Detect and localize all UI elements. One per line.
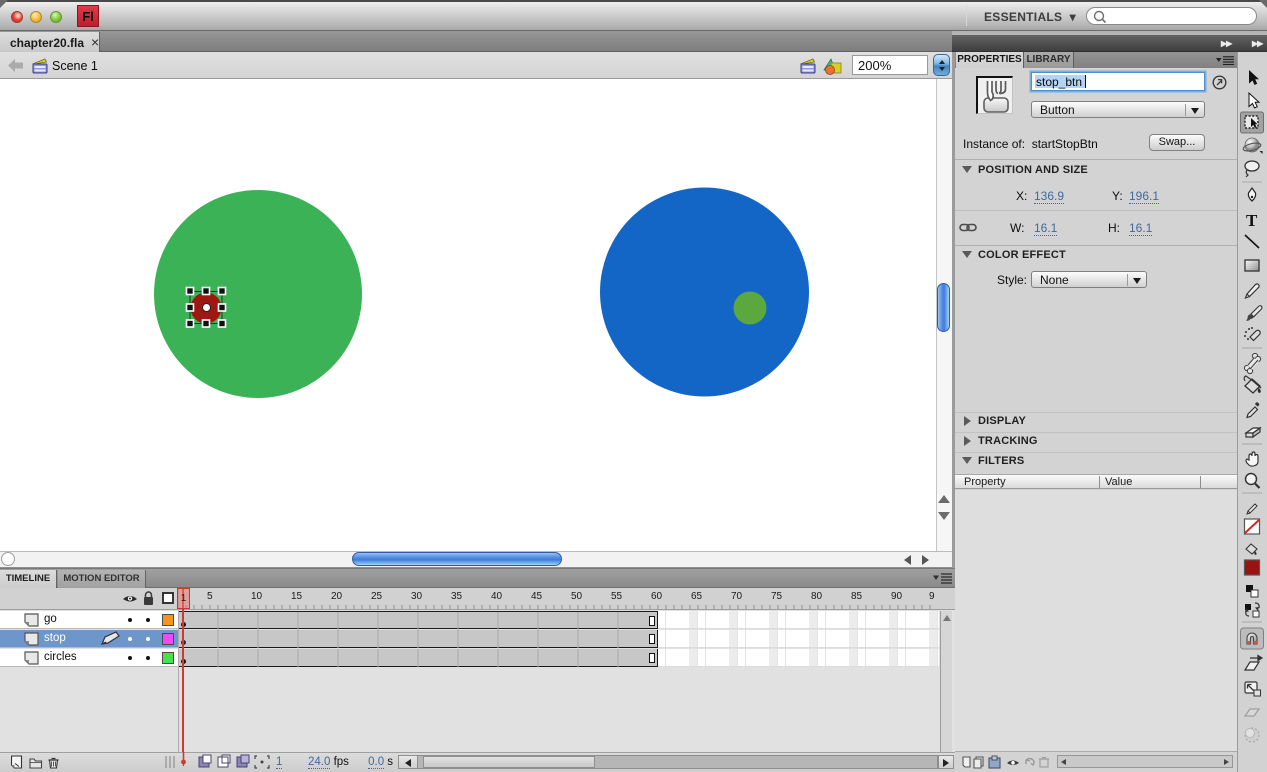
svg-text:T: T <box>1246 211 1258 230</box>
